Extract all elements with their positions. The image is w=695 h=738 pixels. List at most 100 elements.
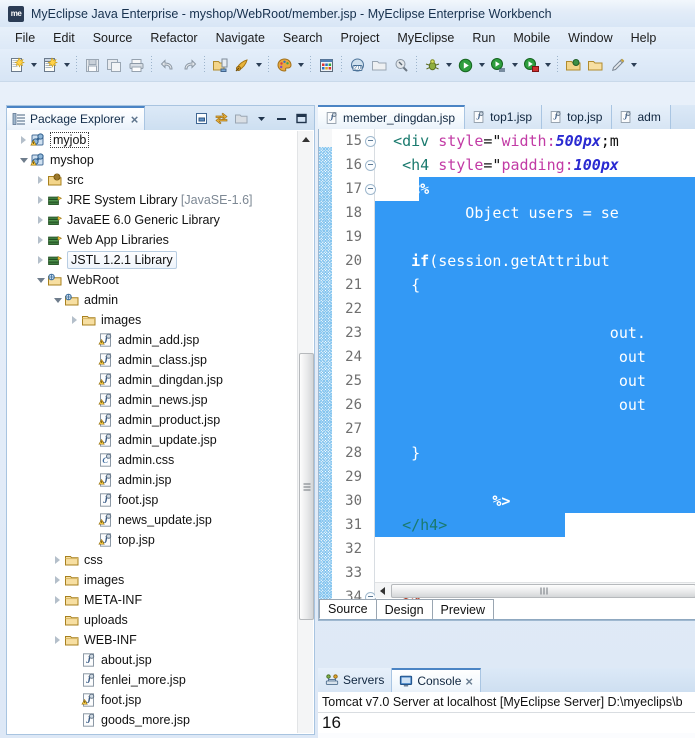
run-server-icon[interactable] [231, 54, 253, 76]
expand-arrow-icon[interactable] [51, 630, 64, 650]
editor-tab-adm[interactable]: Jadm [612, 105, 671, 129]
tree-item-fenlei-more-jsp[interactable]: Jfenlei_more.jsp [7, 670, 314, 690]
menu-window[interactable]: Window [559, 29, 621, 47]
menu-navigate[interactable]: Navigate [207, 29, 274, 47]
undo-icon[interactable] [156, 54, 178, 76]
close-icon[interactable]: × [131, 113, 139, 126]
collapse-arrow-icon[interactable] [17, 150, 30, 170]
console-tab-servers[interactable]: Servers [318, 668, 393, 692]
code-line[interactable]: out [375, 393, 646, 417]
code-line[interactable]: if(session.getAttribut [375, 249, 610, 273]
run-external-icon[interactable] [487, 54, 509, 76]
run-dropdown-icon[interactable] [476, 54, 487, 76]
web20-icon[interactable]: 2.0 [346, 54, 368, 76]
debug-icon[interactable] [421, 54, 443, 76]
minimize-view-icon[interactable] [272, 109, 290, 127]
tree-item-myjob[interactable]: myjob [7, 130, 314, 150]
tree-item-top-jsp[interactable]: Jtop.jsp [7, 530, 314, 550]
tab-package-explorer[interactable]: Package Explorer × [7, 106, 146, 130]
redo-icon[interactable] [178, 54, 200, 76]
tree-item-css[interactable]: css [7, 550, 314, 570]
tree-item-admin[interactable]: admin [7, 290, 314, 310]
tree-item-src[interactable]: src [7, 170, 314, 190]
code-line[interactable]: </h4> [375, 513, 447, 537]
source-editor[interactable]: 15 16 17 18 19 20 21 22 23 24 25 26 27 28 29 30 31 32 33 34… [318, 129, 695, 621]
menu-project[interactable]: Project [332, 29, 389, 47]
tree-item-admin-css[interactable]: Cadmin.css [7, 450, 314, 470]
tree-item-uploads[interactable]: uploads [7, 610, 314, 630]
tree-item-web-inf[interactable]: WEB-INF [7, 630, 314, 650]
edit-icon[interactable] [606, 54, 628, 76]
tree-item-about-jsp[interactable]: Jabout.jsp [7, 650, 314, 670]
project-tree[interactable]: myjob myshop src JRE System Library [JavaSE… [7, 130, 314, 734]
run-icon[interactable] [454, 54, 476, 76]
menu-edit[interactable]: Edit [44, 29, 84, 47]
save-icon[interactable] [81, 54, 103, 76]
code-line[interactable]: <% [375, 177, 429, 201]
menu-source[interactable]: Source [84, 29, 142, 47]
code-line[interactable]: Object users = se [375, 201, 619, 225]
palette-dropdown-icon[interactable] [295, 54, 306, 76]
collapse-all-icon[interactable] [192, 109, 210, 127]
tree-item-images[interactable]: images [7, 310, 314, 330]
open-perspective-icon[interactable] [562, 54, 584, 76]
tree-item-admin-jsp[interactable]: Jadmin.jsp [7, 470, 314, 490]
console-output[interactable]: 16 [318, 712, 695, 733]
code-content[interactable]: <div style="width:500px;m <h4 style="pad… [375, 129, 695, 620]
tree-item-myshop[interactable]: myshop [7, 150, 314, 170]
close-icon[interactable]: × [465, 675, 473, 688]
edit-dropdown-icon[interactable] [628, 54, 639, 76]
tree-item-meta-inf[interactable]: META-INF [7, 590, 314, 610]
tree-item-foot-jsp[interactable]: Jfoot.jsp [7, 490, 314, 510]
expand-arrow-icon[interactable] [51, 590, 64, 610]
tree-item-goods-more-jsp[interactable]: Jgoods_more.jsp [7, 710, 314, 730]
menu-file[interactable]: File [6, 29, 44, 47]
tree-item-images[interactable]: images [7, 570, 314, 590]
menu-help[interactable]: Help [622, 29, 666, 47]
tree-item-admin-update-jsp[interactable]: Jadmin_update.jsp [7, 430, 314, 450]
scroll-left-button[interactable] [375, 583, 390, 598]
scrollbar-thumb[interactable] [391, 584, 695, 598]
expand-arrow-icon[interactable] [34, 230, 47, 250]
palette-icon[interactable] [273, 54, 295, 76]
expand-arrow-icon[interactable] [17, 130, 30, 150]
tree-item-admin-news-jsp[interactable]: Jadmin_news.jsp [7, 390, 314, 410]
tree-item-admin-add-jsp[interactable]: Jadmin_add.jsp [7, 330, 314, 350]
tree-item-jstl-1-2-1-library[interactable]: JSTL 1.2.1 Library [7, 250, 314, 270]
search-icon[interactable] [390, 54, 412, 76]
deploy-icon[interactable] [209, 54, 231, 76]
collapse-arrow-icon[interactable] [51, 290, 64, 310]
tree-item-webroot[interactable]: WebRoot [7, 270, 314, 290]
new-folder-icon[interactable] [584, 54, 606, 76]
expand-arrow-icon[interactable] [68, 310, 81, 330]
code-line[interactable]: out. [375, 321, 646, 345]
run-profile-icon[interactable] [520, 54, 542, 76]
expand-arrow-icon[interactable] [51, 550, 64, 570]
code-line[interactable]: <div style="width:500px;m [375, 129, 619, 153]
expand-arrow-icon[interactable] [34, 190, 47, 210]
tree-item-admin-class-jsp[interactable]: Jadmin_class.jsp [7, 350, 314, 370]
menu-search[interactable]: Search [274, 29, 332, 47]
editor-mode-tab-design[interactable]: Design [375, 599, 433, 619]
run-external-dropdown-icon[interactable] [509, 54, 520, 76]
new-wizard-icon[interactable] [6, 54, 28, 76]
code-line[interactable]: out [375, 345, 646, 369]
editor-tab-member-dingdan-jsp[interactable]: Jmember_dingdan.jsp [318, 105, 466, 129]
print-icon[interactable] [125, 54, 147, 76]
menu-run[interactable]: Run [463, 29, 504, 47]
editor-tab-top1-jsp[interactable]: Jtop1.jsp [465, 105, 543, 129]
database-explorer-icon[interactable] [315, 54, 337, 76]
menu-myeclipse[interactable]: MyEclipse [388, 29, 463, 47]
debug-dropdown-icon[interactable] [443, 54, 454, 76]
editor-tab-top-jsp[interactable]: Jtop.jsp [542, 105, 613, 129]
tree-item-admin-product-jsp[interactable]: Jadmin_product.jsp [7, 410, 314, 430]
tree-item-jre-system-library[interactable]: JRE System Library [JavaSE-1.6] [7, 190, 314, 210]
view-menu-icon[interactable] [252, 109, 270, 127]
expand-arrow-icon[interactable] [34, 250, 47, 270]
focus-on-active-task-icon[interactable] [232, 109, 250, 127]
editor-mode-tab-source[interactable]: Source [319, 599, 377, 619]
new-wizard-dropdown-icon[interactable] [28, 54, 39, 76]
new-file-dropdown-icon[interactable] [61, 54, 72, 76]
editor-horizontal-scrollbar[interactable] [375, 582, 695, 598]
menu-refactor[interactable]: Refactor [141, 29, 206, 47]
